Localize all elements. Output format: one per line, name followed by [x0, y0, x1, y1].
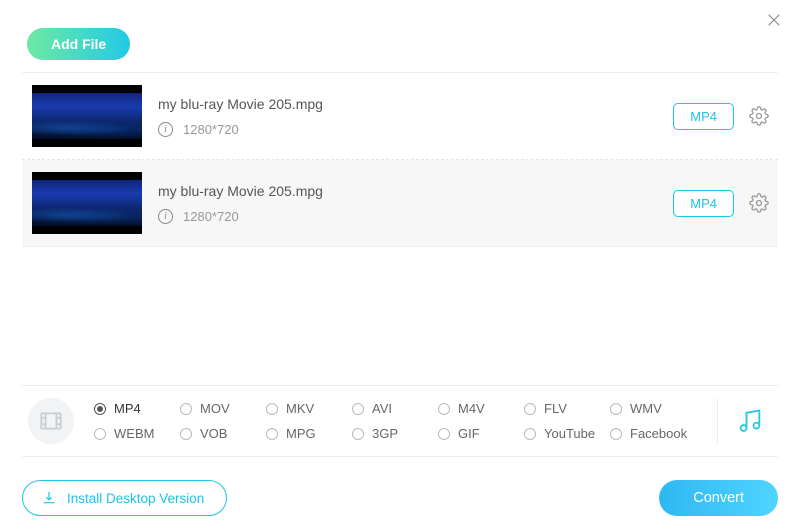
format-option-label: M4V	[458, 401, 485, 416]
radio-icon	[524, 428, 536, 440]
format-option-wmv[interactable]: WMV	[610, 401, 696, 416]
format-option-label: WEBM	[114, 426, 154, 441]
radio-icon	[524, 403, 536, 415]
music-category-icon[interactable]	[736, 407, 764, 435]
radio-icon	[610, 428, 622, 440]
format-option-label: MPG	[286, 426, 316, 441]
info-icon[interactable]: i	[158, 122, 173, 137]
format-option-label: MKV	[286, 401, 314, 416]
output-format-button[interactable]: MP4	[673, 190, 734, 217]
format-option-m4v[interactable]: M4V	[438, 401, 524, 416]
radio-icon	[610, 403, 622, 415]
format-option-vob[interactable]: VOB	[180, 426, 266, 441]
format-option-label: YouTube	[544, 426, 595, 441]
file-meta: my blu-ray Movie 205.mpg i 1280*720	[158, 96, 673, 137]
radio-icon	[266, 428, 278, 440]
install-desktop-label: Install Desktop Version	[67, 491, 204, 506]
format-option-label: MP4	[114, 401, 141, 416]
format-option-mpg[interactable]: MPG	[266, 426, 352, 441]
radio-icon	[438, 403, 450, 415]
file-resolution: 1280*720	[183, 209, 239, 224]
radio-icon	[352, 403, 364, 415]
format-option-label: FLV	[544, 401, 567, 416]
format-option-webm[interactable]: WEBM	[94, 426, 180, 441]
file-name: my blu-ray Movie 205.mpg	[158, 183, 673, 199]
divider	[717, 398, 718, 444]
radio-icon	[180, 403, 192, 415]
video-thumbnail	[32, 85, 142, 147]
info-icon[interactable]: i	[158, 209, 173, 224]
format-option-mp4[interactable]: MP4	[94, 401, 180, 416]
formats-grid: MP4 MOV MKV AVI M4V FLV WMV WEBM VOB MPG 3GP GIF You…	[94, 401, 699, 441]
radio-icon	[94, 403, 106, 415]
bottom-bar: Install Desktop Version Convert	[22, 480, 778, 516]
file-row[interactable]: my blu-ray Movie 205.mpg i 1280*720 MP4	[22, 73, 778, 160]
file-meta: my blu-ray Movie 205.mpg i 1280*720	[158, 183, 673, 224]
output-format-button[interactable]: MP4	[673, 103, 734, 130]
format-option-gif[interactable]: GIF	[438, 426, 524, 441]
close-icon[interactable]	[762, 8, 786, 32]
format-option-mkv[interactable]: MKV	[266, 401, 352, 416]
radio-icon	[94, 428, 106, 440]
format-option-label: AVI	[372, 401, 392, 416]
convert-button[interactable]: Convert	[659, 480, 778, 516]
radio-icon	[180, 428, 192, 440]
radio-icon	[438, 428, 450, 440]
format-option-3gp[interactable]: 3GP	[352, 426, 438, 441]
install-desktop-button[interactable]: Install Desktop Version	[22, 480, 227, 516]
format-option-flv[interactable]: FLV	[524, 401, 610, 416]
format-option-label: 3GP	[372, 426, 398, 441]
gear-icon[interactable]	[748, 105, 770, 127]
gear-icon[interactable]	[748, 192, 770, 214]
format-option-youtube[interactable]: YouTube	[524, 426, 610, 441]
format-option-label: MOV	[200, 401, 230, 416]
format-option-facebook[interactable]: Facebook	[610, 426, 696, 441]
radio-icon	[352, 428, 364, 440]
file-list: my blu-ray Movie 205.mpg i 1280*720 MP4 …	[22, 72, 778, 247]
download-icon	[41, 490, 57, 506]
format-option-label: Facebook	[630, 426, 687, 441]
video-thumbnail	[32, 172, 142, 234]
file-resolution: 1280*720	[183, 122, 239, 137]
file-row[interactable]: my blu-ray Movie 205.mpg i 1280*720 MP4	[22, 160, 778, 247]
format-option-mov[interactable]: MOV	[180, 401, 266, 416]
format-option-label: WMV	[630, 401, 662, 416]
format-bar: MP4 MOV MKV AVI M4V FLV WMV WEBM VOB MPG 3GP GIF You…	[22, 385, 778, 457]
format-option-label: VOB	[200, 426, 227, 441]
format-option-avi[interactable]: AVI	[352, 401, 438, 416]
video-category-icon[interactable]	[28, 398, 74, 444]
radio-icon	[266, 403, 278, 415]
add-file-button[interactable]: Add File	[27, 28, 130, 60]
format-option-label: GIF	[458, 426, 480, 441]
file-name: my blu-ray Movie 205.mpg	[158, 96, 673, 112]
